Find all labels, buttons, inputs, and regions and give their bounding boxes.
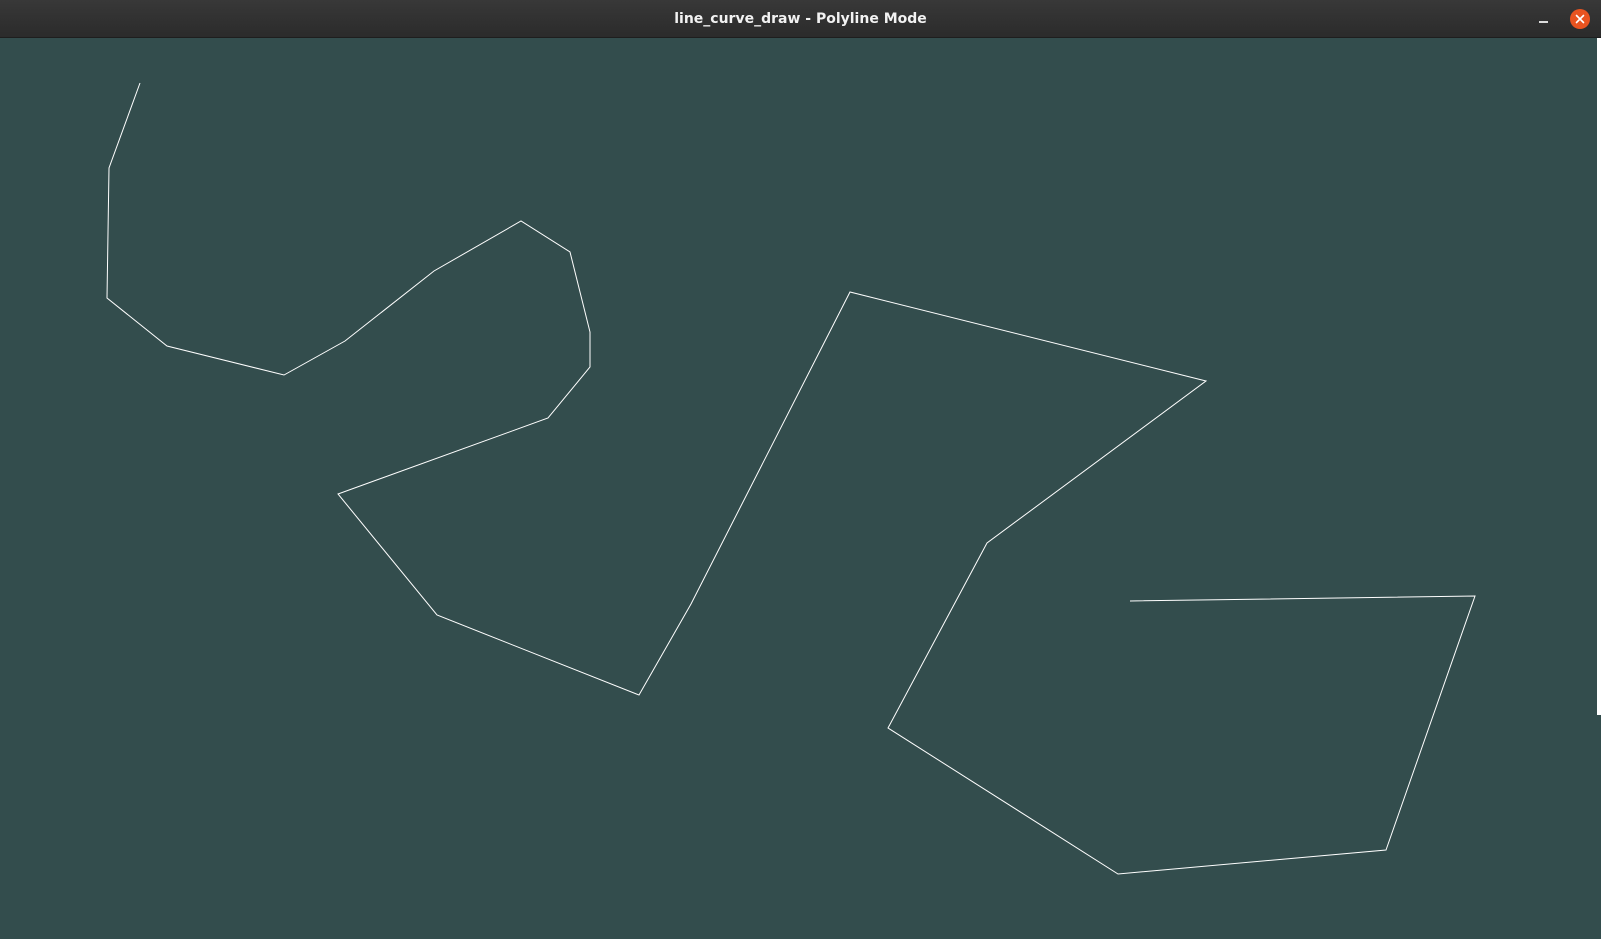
window-title: line_curve_draw - Polyline Mode xyxy=(674,11,927,27)
close-icon xyxy=(1575,14,1585,24)
window-edge-notch xyxy=(1597,715,1601,939)
title-bar[interactable]: line_curve_draw - Polyline Mode xyxy=(0,0,1601,38)
close-button[interactable] xyxy=(1570,9,1590,29)
application-window: line_curve_draw - Polyline Mode xyxy=(0,0,1601,939)
minimize-icon xyxy=(1539,21,1548,23)
polyline-1 xyxy=(106,82,1476,875)
drawing-canvas[interactable] xyxy=(0,38,1601,939)
polyline-drawing xyxy=(106,82,1476,875)
minimize-button[interactable] xyxy=(1534,9,1554,29)
